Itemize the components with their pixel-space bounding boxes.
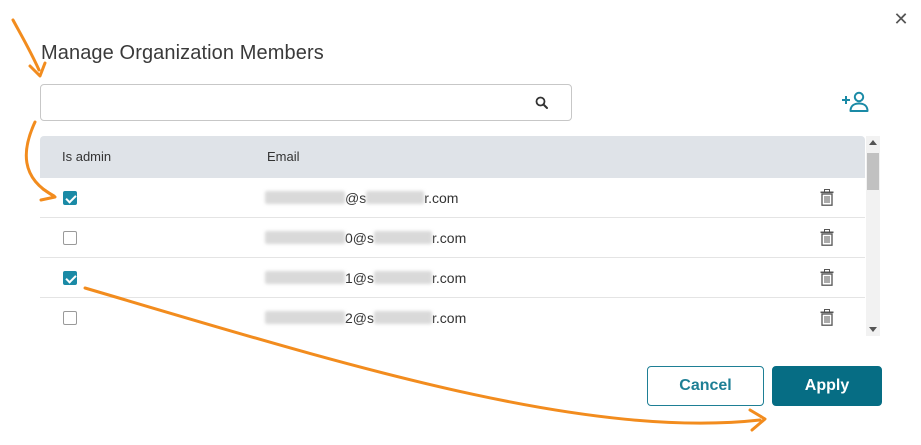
trash-icon[interactable]: [820, 229, 834, 246]
table-row: @s r.com: [40, 178, 865, 218]
add-user-icon[interactable]: [839, 90, 871, 114]
table-scrollbar[interactable]: [866, 136, 880, 336]
member-email: 0@s r.com: [265, 230, 466, 246]
search-icon[interactable]: [533, 94, 551, 112]
dialog-title: Manage Organization Members: [41, 42, 324, 64]
search-input[interactable]: [41, 85, 521, 120]
redacted-text: [265, 191, 345, 204]
is-admin-checkbox[interactable]: [63, 311, 77, 325]
table-header: Is admin Email: [40, 136, 865, 178]
trash-icon[interactable]: [820, 189, 834, 206]
redacted-text: [374, 271, 432, 284]
close-icon[interactable]: ✕: [890, 8, 912, 30]
members-table: Is admin Email @s r.com 0@s r.com 1@s r.…: [40, 136, 865, 336]
search-box: [40, 84, 572, 121]
manage-members-dialog: ✕ Manage Organization Members Is admin E…: [0, 0, 921, 445]
apply-button[interactable]: Apply: [772, 366, 882, 406]
scroll-down-arrow-icon[interactable]: [869, 327, 877, 332]
scroll-up-arrow-icon[interactable]: [869, 140, 877, 145]
column-header-is-admin[interactable]: Is admin: [62, 149, 111, 164]
is-admin-checkbox[interactable]: [63, 191, 77, 205]
is-admin-checkbox[interactable]: [63, 271, 77, 285]
table-row: 0@s r.com: [40, 218, 865, 258]
redacted-text: [265, 311, 345, 324]
member-email: 1@s r.com: [265, 270, 466, 286]
is-admin-checkbox[interactable]: [63, 231, 77, 245]
cancel-button[interactable]: Cancel: [647, 366, 764, 406]
column-header-email[interactable]: Email: [267, 149, 300, 164]
table-row: 2@s r.com: [40, 298, 865, 336]
redacted-text: [374, 231, 432, 244]
table-row: 1@s r.com: [40, 258, 865, 298]
member-email: @s r.com: [265, 190, 458, 206]
trash-icon[interactable]: [820, 309, 834, 326]
redacted-text: [374, 311, 432, 324]
redacted-text: [265, 231, 345, 244]
redacted-text: [366, 191, 425, 204]
trash-icon[interactable]: [820, 269, 834, 286]
member-email: 2@s r.com: [265, 310, 466, 326]
scrollbar-thumb[interactable]: [867, 153, 879, 190]
redacted-text: [265, 271, 345, 284]
